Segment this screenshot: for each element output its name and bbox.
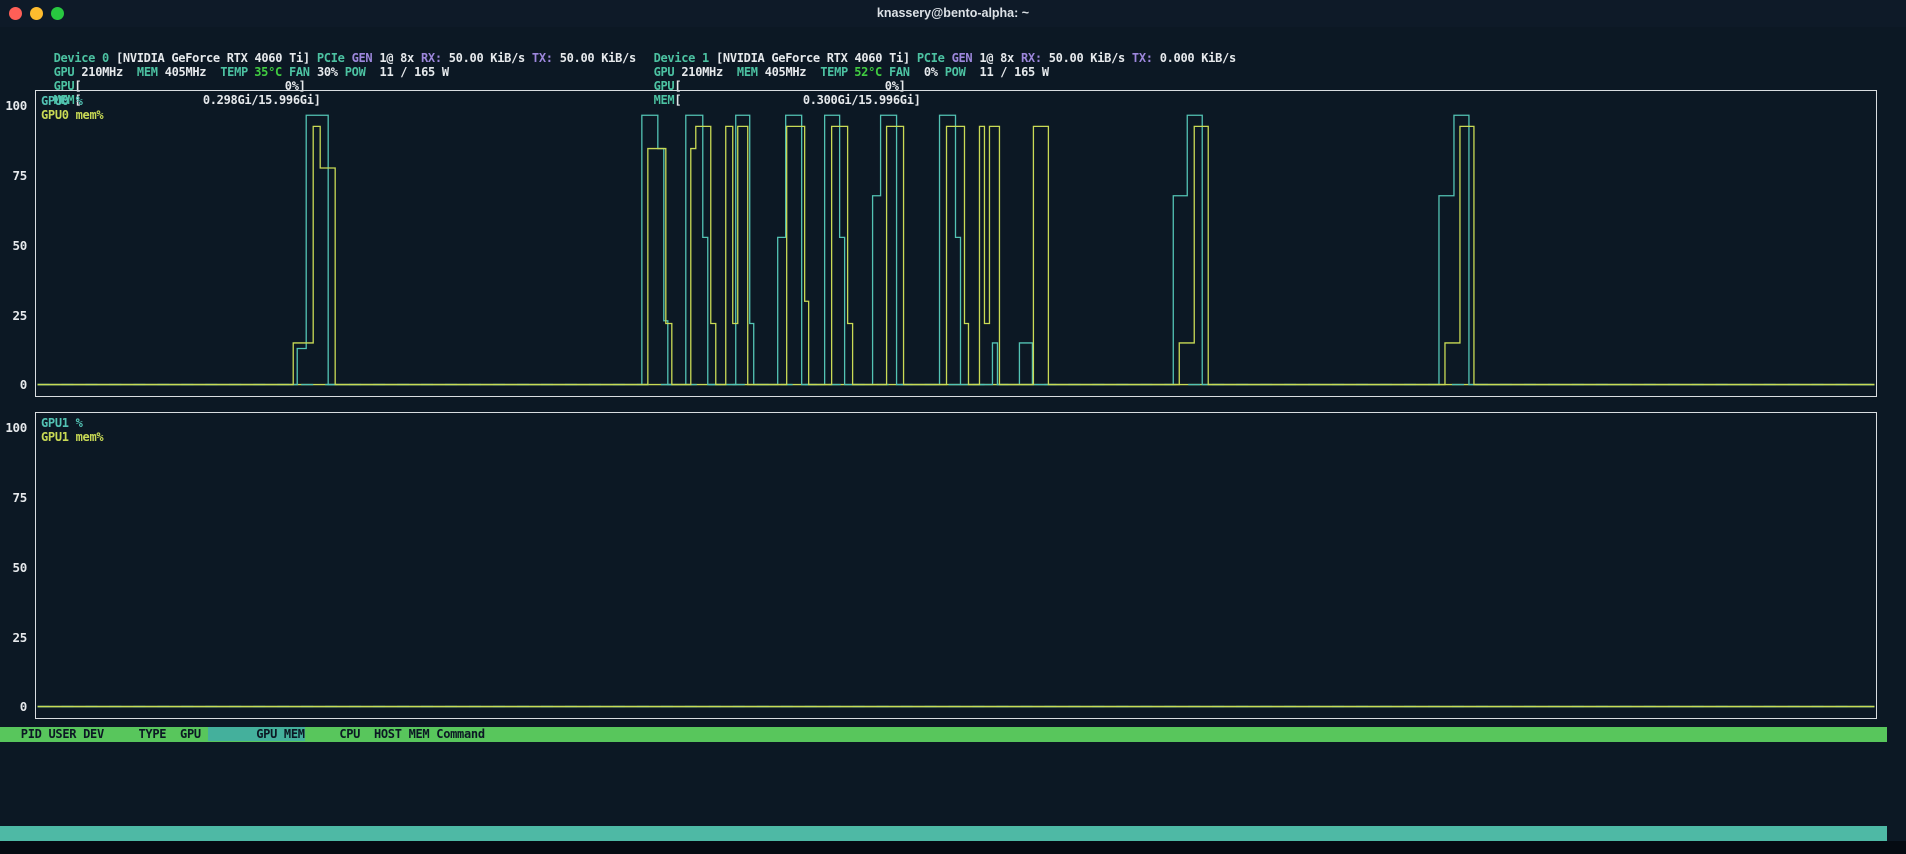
gpu1-plot-area: GPU1 % GPU1 mem% [35, 412, 1877, 719]
rx-label: RX: [421, 51, 442, 65]
gen-label: GEN [952, 51, 973, 65]
gen-value: 1@ 8x [379, 51, 414, 65]
y-axis-tick: 100 [5, 99, 27, 113]
gpu1-legend: GPU1 % GPU1 mem% [41, 416, 103, 444]
rx-value: 50.00 KiB/s [1049, 51, 1125, 65]
device-0-info: Device 0 [NVIDIA GeForce RTX 4060 Ti] PCIe… [12, 37, 610, 79]
mem-clock-value: 405MHz [165, 65, 207, 79]
pcie-label: PCIe [917, 51, 945, 65]
tx-label: TX: [532, 51, 553, 65]
temp-label: TEMP [220, 65, 248, 79]
gpu-clock-value: 210MHz [681, 65, 723, 79]
device-1-line-1: Device 1[NVIDIA GeForce RTX 4060 Ti]PCIe… [612, 37, 1210, 51]
process-table-header: PID USER DEV TYPE GPU GPU MEM CPU HOST M… [0, 727, 1887, 742]
gpu1-history-chart: 100 75 50 25 0 GPU1 % GPU1 mem% [0, 412, 1906, 719]
device-label: Device 0 [54, 51, 109, 65]
window-title: knassery@bento-alpha: ~ [0, 6, 1906, 20]
gpu0-legend: GPU0 % GPU0 mem% [41, 94, 103, 122]
device-0-line-1: Device 0[NVIDIA GeForce RTX 4060 Ti]PCIe… [12, 37, 610, 51]
rx-label: RX: [1021, 51, 1042, 65]
mem-clock-label: MEM [137, 65, 158, 79]
pow-label: POW [945, 65, 966, 79]
gpu0-y-axis: 100 75 50 25 0 [0, 90, 29, 397]
window-titlebar: knassery@bento-alpha: ~ [0, 0, 1906, 27]
device-1-info: Device 1 [NVIDIA GeForce RTX 4060 Ti] PCIe… [612, 37, 1210, 79]
pow-value: 11 / 165 W [380, 65, 449, 79]
pcie-label: PCIe [317, 51, 345, 65]
fan-label: FAN [889, 65, 910, 79]
y-axis-tick: 50 [13, 239, 27, 253]
legend-gpu-util: GPU1 % [41, 416, 103, 430]
fan-label: FAN [289, 65, 310, 79]
device-model: [NVIDIA GeForce RTX 4060 Ti] [116, 51, 310, 65]
y-axis-tick: 25 [13, 309, 27, 323]
gpu-clock-label: GPU [654, 65, 675, 79]
legend-gpu-util: GPU0 % [41, 94, 103, 108]
y-axis-tick: 50 [13, 561, 27, 575]
legend-gpu-mem: GPU1 mem% [41, 430, 103, 444]
gpu0-plot-area: GPU0 % GPU0 mem% [35, 90, 1877, 397]
y-axis-tick: 100 [5, 421, 27, 435]
process-header-left: PID USER DEV TYPE GPU [0, 727, 208, 741]
gen-value: 1@ 8x [979, 51, 1014, 65]
pow-label: POW [345, 65, 366, 79]
function-key-bar: F2SetupF6SortF9KillF10QuitF12Save Config [0, 826, 1887, 841]
y-axis-tick: 75 [13, 169, 27, 183]
gpu1-history-plot [36, 413, 1876, 718]
rx-value: 50.00 KiB/s [449, 51, 525, 65]
gpu-clock-value: 210MHz [81, 65, 123, 79]
y-axis-tick: 25 [13, 631, 27, 645]
fan-value: 30% [310, 65, 338, 79]
y-axis-tick: 0 [20, 378, 27, 392]
device-label: Device 1 [654, 51, 709, 65]
mem-clock-value: 405MHz [765, 65, 807, 79]
bottom-margin [0, 841, 1906, 854]
temp-value: 52°C [848, 65, 882, 79]
device-model: [NVIDIA GeForce RTX 4060 Ti] [716, 51, 910, 65]
tx-label: TX: [1132, 51, 1153, 65]
y-axis-tick: 0 [20, 700, 27, 714]
temp-label: TEMP [820, 65, 848, 79]
legend-gpu-mem: GPU0 mem% [41, 108, 103, 122]
gpu1-y-axis: 100 75 50 25 0 [0, 412, 29, 719]
y-axis-tick: 75 [13, 491, 27, 505]
temp-value: 35°C [248, 65, 282, 79]
process-header-right: CPU HOST MEM Command [305, 727, 485, 741]
gpu0-history-chart: 100 75 50 25 0 GPU0 % GPU0 mem% [0, 90, 1906, 397]
process-header-sort-column: GPU MEM [208, 727, 305, 741]
fan-value: 0% [910, 65, 938, 79]
mem-clock-label: MEM [737, 65, 758, 79]
gpu0-history-plot [36, 91, 1876, 396]
gpu-clock-label: GPU [54, 65, 75, 79]
gen-label: GEN [352, 51, 373, 65]
tx-value: 0.000 KiB/s [1160, 51, 1236, 65]
pow-value: 11 / 165 W [980, 65, 1049, 79]
